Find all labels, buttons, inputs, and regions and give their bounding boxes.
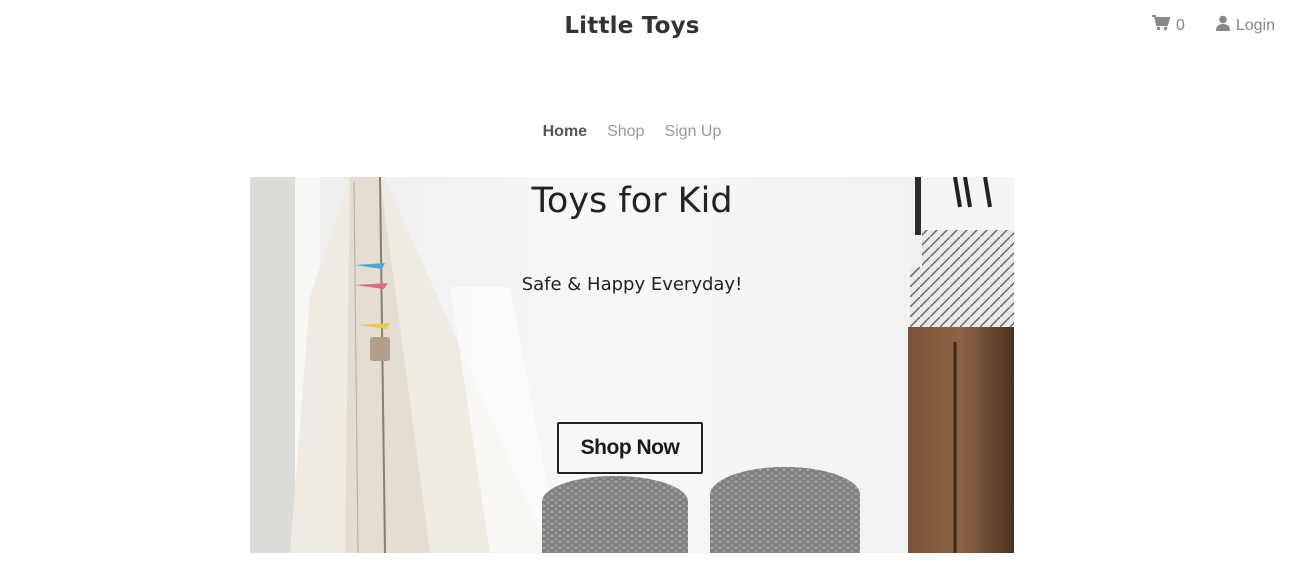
cart-icon: [1151, 15, 1176, 36]
cart-count: 0: [1175, 16, 1185, 34]
nav-item-home[interactable]: Home: [543, 123, 587, 141]
hero-title: Toys for Kid: [531, 181, 733, 221]
main-nav: Home Shop Sign Up: [0, 123, 1264, 141]
header-actions: 0 Login: [1151, 15, 1275, 36]
cart-link[interactable]: 0: [1151, 15, 1185, 36]
hero-background-image: [250, 177, 1014, 553]
hero-banner: Toys for Kid Safe & Happy Everyday! Shop…: [250, 177, 1014, 553]
brand-title[interactable]: Little Toys: [0, 13, 1264, 39]
login-link[interactable]: Login: [1215, 15, 1275, 36]
user-icon: [1215, 15, 1236, 36]
nav-item-sign-up[interactable]: Sign Up: [664, 123, 721, 141]
hero-subtitle: Safe & Happy Everyday!: [521, 274, 743, 295]
login-label: Login: [1235, 16, 1275, 34]
shop-now-button[interactable]: Shop Now: [557, 422, 703, 474]
nav-item-shop[interactable]: Shop: [607, 123, 644, 141]
